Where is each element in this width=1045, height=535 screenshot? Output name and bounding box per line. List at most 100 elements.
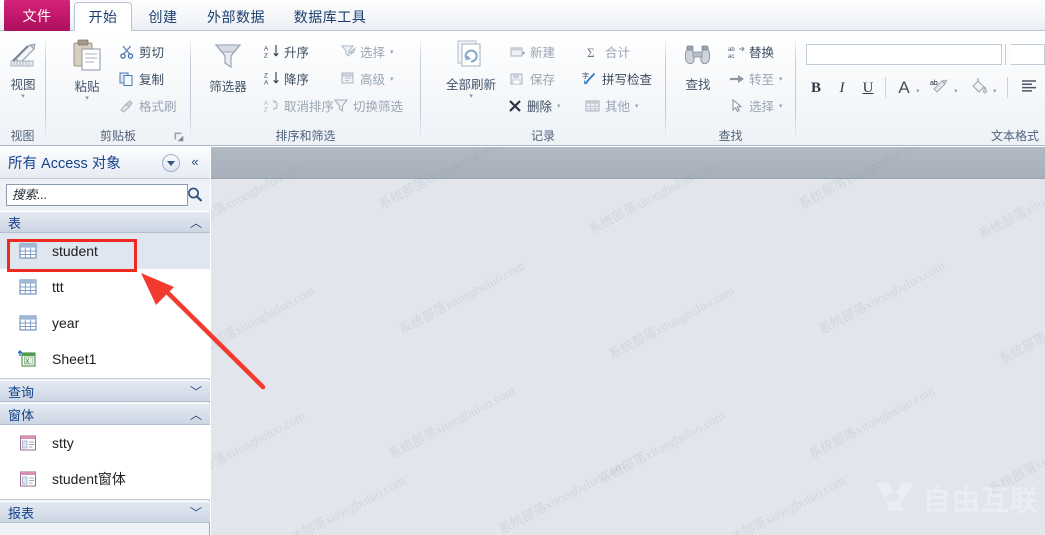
find-button[interactable]: 查找 [674,41,722,93]
group-title-find: 查找 [718,129,743,143]
font-name-combo[interactable] [806,44,1002,65]
nav-item-sheet1-label: Sheet1 [52,351,97,367]
nav-section-queries[interactable]: 查询 ﹀ [0,380,210,402]
tab-file[interactable]: 文件 [4,0,70,31]
group-title-clipboard: 剪贴板 [99,129,136,143]
font-color-button[interactable]: A [894,76,914,99]
watermark-text: 系统部落xitongbuluo.com [816,257,948,337]
copy-button[interactable]: 复制 [118,69,164,88]
chevron-down-circle-icon[interactable] [162,154,180,172]
totals-button[interactable]: Σ 合计 [584,42,631,61]
watermark-text: 系统部落xitongbuluo.com [396,257,528,337]
tab-home[interactable]: 开始 [74,2,132,31]
clipboard-icon [70,39,104,74]
nav-item-sheet1[interactable]: X Sheet1 [0,341,210,377]
nav-section-reports[interactable]: 报表 ﹀ [0,501,210,523]
view-button[interactable]: 视图 ▾ [2,39,44,100]
chevron-up-icon[interactable]: ︿ [190,214,202,231]
site-logo-watermark: 自由互联 [874,479,1039,519]
refresh-all-button[interactable]: 全部刷新 ▾ [439,39,503,100]
align-left-button[interactable] [1018,76,1040,99]
sort-descending-button[interactable]: Z A 降序 [263,69,309,88]
chevron-down-icon[interactable]: ▾ [779,102,783,110]
save-record-button[interactable]: 保存 [509,69,555,88]
paste-button[interactable]: 粘贴 ▾ [60,39,114,102]
advanced-filter-button[interactable]: 高级 ▾ [339,69,394,88]
italic-label: I [839,79,845,96]
italic-button[interactable]: I [832,77,852,99]
cut-button[interactable]: 剪切 [118,42,164,61]
sort-ascending-button[interactable]: A Z 升序 [263,42,309,61]
highlight-button[interactable]: ab ab [929,76,951,99]
linked-excel-table-icon: X [18,350,38,368]
binoculars-icon [682,41,714,72]
more-button[interactable]: 其他 ▾ [584,96,639,115]
underline-button[interactable]: U [858,77,878,99]
clear-sort-label: 取消排序 [284,100,335,114]
format-painter-button[interactable]: 格式刷 [118,96,177,115]
tab-external-data[interactable]: 外部数据 [194,2,278,31]
svg-text:ab: ab [728,47,735,53]
totals-label: 合计 [605,46,631,60]
replace-button[interactable]: ab ac 替换 [728,42,774,61]
search-magnifier-icon[interactable] [186,186,204,204]
chevron-down-icon[interactable]: ▾ [557,102,561,110]
nav-item-ttt[interactable]: ttt [0,269,210,305]
nav-item-student[interactable]: student [0,233,210,269]
toggle-filter-button[interactable]: 切换筛选 [332,96,403,115]
goto-button[interactable]: 转至 ▾ [728,69,783,88]
watermark-text: 系统部落xitongbuluo.com [606,282,738,362]
paste-button-label: 粘贴 [74,80,100,94]
chevron-down-icon[interactable]: ▾ [21,93,25,100]
align-left-icon [1020,78,1038,98]
tab-create[interactable]: 创建 [134,2,192,31]
double-chevron-left-icon[interactable]: « [186,153,204,171]
toggle-filter-label: 切换筛选 [353,100,404,114]
nav-section-forms[interactable]: 窗体 ︿ [0,403,210,425]
nav-item-stty[interactable]: stty [0,425,210,461]
delete-record-button[interactable]: 删除 ▾ [506,96,561,115]
chevron-down-icon[interactable]: ▾ [635,102,639,110]
ribbon-group-clipboard: 粘贴 ▾ 剪切 复制 格式刷 剪贴板 [46,31,190,145]
spellcheck-icon: 字 [581,71,598,86]
chevron-down-icon[interactable]: ▾ [469,93,473,100]
group-title-view: 视图 [10,129,35,143]
bold-button[interactable]: B [806,77,826,99]
tab-database-tools[interactable]: 数据库工具 [280,2,380,31]
chevron-down-icon[interactable]: ▾ [993,87,997,95]
chevron-down-icon[interactable]: ▾ [85,95,89,102]
chevron-down-icon[interactable]: ▾ [916,87,920,95]
fill-color-button[interactable] [968,76,990,99]
search-input[interactable] [6,184,188,206]
access-window: 文件 开始 创建 外部数据 数据库工具 视图 ▾ 视图 粘贴 ▾ 剪切 复制 格… [0,0,1045,535]
nav-item-year[interactable]: year [0,305,210,341]
selection-filter-icon [339,44,356,59]
nav-item-student-form[interactable]: student窗体 [0,461,210,497]
chevron-down-icon[interactable]: ▾ [954,87,958,95]
cursor-arrow-icon [728,98,745,113]
selection-filter-button[interactable]: 选择 ▾ [339,42,394,61]
filter-button[interactable]: 筛选器 [197,41,259,95]
chevron-down-icon[interactable]: ▾ [390,48,394,56]
nav-section-tables[interactable]: 表 ︿ [0,211,210,233]
advanced-filter-label: 高级 [360,73,386,87]
clear-sort-button[interactable]: A Z 取消排序 [263,96,334,115]
chevron-down-icon[interactable]: ▾ [779,75,783,83]
chevron-down-icon[interactable]: ﹀ [190,383,202,400]
spelling-button[interactable]: 字 拼写检查 [581,69,653,88]
new-record-label: 新建 [530,46,556,60]
font-size-combo[interactable] [1011,44,1045,65]
nav-item-year-label: year [52,315,80,331]
format-divider [885,77,886,98]
chevron-up-icon[interactable]: ︿ [190,406,202,423]
chevron-down-icon[interactable]: ▾ [390,75,394,83]
sort-descending-label: 降序 [284,73,310,87]
group-title-sort-filter: 排序和筛选 [275,129,336,143]
find-button-label: 查找 [685,78,711,92]
select-button[interactable]: 选择 ▾ [728,96,783,115]
chevron-down-icon[interactable]: ﹀ [190,504,202,521]
watermark-text: 系统部落xitongbuluo.com [496,457,628,535]
navigation-search-row [0,179,210,211]
new-record-button[interactable]: 新建 [509,42,555,61]
svg-text:Z: Z [264,53,268,60]
